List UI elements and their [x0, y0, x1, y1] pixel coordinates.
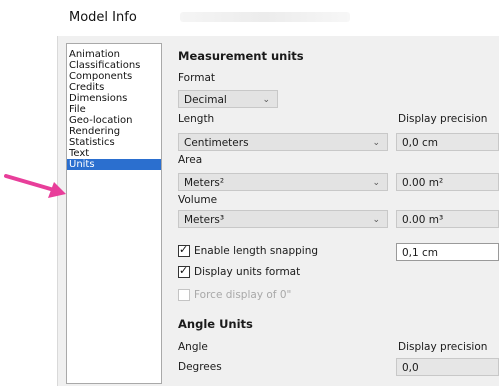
angle-precision-value: 0,0: [402, 362, 419, 374]
volume-value: Meters³: [184, 214, 225, 226]
length-precision-dropdown[interactable]: 0,0 cm: [396, 133, 499, 151]
checkbox-checked-icon[interactable]: ✓: [178, 264, 190, 278]
angle-precision-dropdown[interactable]: 0,0: [396, 358, 499, 376]
angle-unit-value[interactable]: Degrees: [178, 361, 222, 373]
force-zero-label: Force display of 0": [194, 289, 292, 301]
nav-item-statistics[interactable]: Statistics: [67, 137, 161, 148]
format-value: Decimal: [184, 94, 227, 106]
pointer-arrow-icon: [4, 174, 66, 198]
nav-item-classifications[interactable]: Classifications: [67, 60, 161, 71]
nav-item-units[interactable]: Units: [67, 159, 161, 170]
angle-units-heading: Angle Units: [178, 317, 253, 331]
format-dropdown[interactable]: Decimal ⌄: [178, 90, 278, 108]
nav-item-dimensions[interactable]: Dimensions: [67, 93, 161, 104]
length-value: Centimeters: [184, 137, 249, 149]
chevron-down-icon: ⌄: [372, 138, 380, 148]
display-precision-label: Display precision: [398, 113, 488, 125]
area-label: Area: [178, 154, 203, 166]
chevron-down-icon: ⌄: [262, 95, 270, 105]
area-precision-dropdown[interactable]: 0.00 m²: [396, 173, 499, 191]
format-label: Format: [178, 72, 216, 84]
volume-precision-value: 0.00 m³: [402, 214, 444, 226]
length-snapping-label: Enable length snapping: [194, 245, 319, 257]
snapping-value-input[interactable]: 0,1 cm: [396, 243, 499, 261]
area-precision-value: 0.00 m²: [402, 177, 444, 189]
force-zero-checkbox: Force display of 0": [178, 288, 291, 302]
nav-item-rendering[interactable]: Rendering: [67, 126, 161, 137]
angle-display-precision-label: Display precision: [398, 341, 488, 353]
length-snapping-checkbox[interactable]: ✓ Enable length snapping: [178, 243, 319, 258]
nav-item-components[interactable]: Components: [67, 71, 161, 82]
chevron-down-icon: ⌄: [372, 178, 380, 188]
nav-item-geo-location[interactable]: Geo-location: [67, 115, 161, 126]
checkbox-checked-icon[interactable]: ✓: [178, 243, 190, 257]
nav-item-file[interactable]: File: [67, 104, 161, 115]
category-list[interactable]: Animation Classifications Components Credit…: [66, 43, 162, 384]
length-label: Length: [178, 113, 215, 125]
volume-dropdown[interactable]: Meters³ ⌄: [178, 210, 388, 228]
nav-item-animation[interactable]: Animation: [67, 49, 161, 60]
chevron-down-icon: ⌄: [372, 215, 380, 225]
title-bar-blurred-area: [180, 12, 350, 22]
volume-label: Volume: [178, 194, 218, 206]
display-units-format-label: Display units format: [194, 266, 301, 278]
snapping-value: 0,1 cm: [402, 247, 439, 259]
length-dropdown[interactable]: Centimeters ⌄: [178, 133, 388, 151]
volume-precision-dropdown[interactable]: 0.00 m³: [396, 210, 499, 228]
measurement-units-heading: Measurement units: [178, 49, 304, 63]
angle-label: Angle: [178, 341, 208, 353]
area-dropdown[interactable]: Meters² ⌄: [178, 173, 388, 191]
window-title: Model Info: [69, 10, 137, 25]
checkbox-unchecked-icon: [178, 289, 190, 301]
nav-item-credits[interactable]: Credits: [67, 82, 161, 93]
length-precision-value: 0,0 cm: [402, 137, 439, 149]
area-value: Meters²: [184, 177, 225, 189]
units-panel: Measurement units Format Decimal ⌄ Lengt…: [168, 43, 499, 386]
display-units-format-checkbox[interactable]: ✓ Display units format: [178, 264, 301, 279]
nav-item-text[interactable]: Text: [67, 148, 161, 159]
